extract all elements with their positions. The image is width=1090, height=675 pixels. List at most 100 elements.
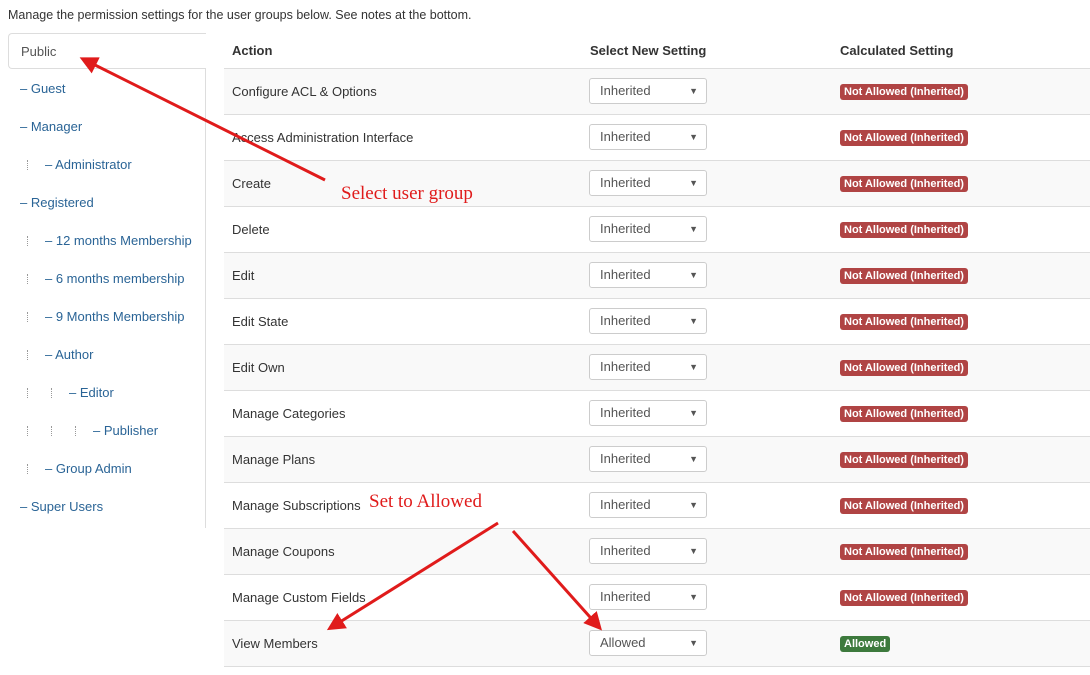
- tree-guide: [27, 426, 29, 436]
- user-group-label: – Author: [45, 347, 94, 362]
- setting-select[interactable]: Inherited ▼: [589, 492, 707, 518]
- permission-row: Manage Subscriptions Inherited ▼ Not Allowe…: [224, 483, 1090, 529]
- header-select-new-setting: Select New Setting: [590, 43, 707, 58]
- setting-select[interactable]: Allowed ▼: [589, 630, 707, 656]
- setting-select[interactable]: Inherited ▼: [589, 584, 707, 610]
- permission-row: Edit State Inherited ▼ Not Allowed (Inherit…: [224, 299, 1090, 345]
- user-group-label: – 12 months Membership: [45, 233, 192, 248]
- tree-guide: [27, 236, 29, 246]
- setting-select-value: Inherited: [600, 543, 651, 558]
- permission-row: Edit Inherited ▼ Not Allowed (Inherited): [224, 253, 1090, 299]
- action-name: Edit: [232, 268, 255, 283]
- setting-select[interactable]: Inherited ▼: [589, 262, 707, 288]
- tree-guide: [75, 426, 77, 436]
- setting-select[interactable]: Inherited ▼: [589, 308, 707, 334]
- permission-row: View Members Allowed ▼ Allowed: [224, 621, 1090, 667]
- setting-select-value: Inherited: [600, 589, 651, 604]
- calculated-setting-badge: Allowed: [840, 636, 891, 652]
- chevron-down-icon: ▼: [689, 408, 698, 418]
- setting-select[interactable]: Inherited ▼: [589, 400, 707, 426]
- tree-guide: [51, 426, 53, 436]
- user-group-item[interactable]: – Manager: [8, 109, 205, 145]
- action-name: Create: [232, 176, 272, 191]
- calculated-setting-badge: Not Allowed (Inherited): [840, 130, 968, 146]
- user-group-label: – Publisher: [93, 423, 159, 438]
- chevron-down-icon: ▼: [689, 224, 698, 234]
- chevron-down-icon: ▼: [689, 132, 698, 142]
- calculated-setting-badge: Not Allowed (Inherited): [840, 360, 968, 376]
- user-group-label: – Guest: [20, 81, 66, 96]
- user-group-label: – Manager: [20, 119, 83, 134]
- user-group-label: – Administrator: [45, 157, 132, 172]
- setting-select-value: Inherited: [600, 221, 651, 236]
- user-group-item[interactable]: – Administrator: [8, 147, 205, 183]
- calculated-setting-badge: Not Allowed (Inherited): [840, 268, 968, 284]
- user-group-label: – 9 Months Membership: [45, 309, 185, 324]
- header-action: Action: [232, 43, 273, 58]
- calculated-setting-badge: Not Allowed (Inherited): [840, 544, 968, 560]
- user-group-label: – Registered: [20, 195, 94, 210]
- setting-select-value: Inherited: [600, 175, 651, 190]
- calculated-setting-badge: Not Allowed (Inherited): [840, 314, 968, 330]
- chevron-down-icon: ▼: [689, 86, 698, 96]
- user-group-item[interactable]: – 6 months membership: [8, 261, 205, 297]
- user-group-item[interactable]: – Group Admin: [8, 451, 205, 487]
- user-group-item[interactable]: – Guest: [8, 71, 205, 107]
- setting-select[interactable]: Inherited ▼: [589, 124, 707, 150]
- chevron-down-icon: ▼: [689, 270, 698, 280]
- tree-guide: [27, 312, 29, 322]
- chevron-down-icon: ▼: [689, 178, 698, 188]
- setting-select[interactable]: Inherited ▼: [589, 216, 707, 242]
- header-calculated-setting: Calculated Setting: [840, 43, 954, 58]
- setting-select-value: Inherited: [600, 451, 651, 466]
- permission-row: Edit Own Inherited ▼ Not Allowed (Inherited…: [224, 345, 1090, 391]
- user-group-item[interactable]: – 9 Months Membership: [8, 299, 205, 335]
- user-group-label: Public: [21, 44, 57, 59]
- table-header: Action Select New Setting Calculated Set…: [224, 33, 1090, 69]
- annotation-set-to-allowed: Set to Allowed: [369, 491, 482, 512]
- permission-row: Configure ACL & Options Inherited ▼ Not All…: [224, 69, 1090, 115]
- setting-select[interactable]: Inherited ▼: [589, 446, 707, 472]
- permission-row: Access Administration Interface Inherited…: [224, 115, 1090, 161]
- action-name: Access Administration Interface: [232, 130, 414, 145]
- calculated-setting-badge: Not Allowed (Inherited): [840, 84, 968, 100]
- permissions-table: Action Select New Setting Calculated Set…: [224, 33, 1090, 667]
- user-group-item[interactable]: Public: [8, 33, 206, 69]
- user-group-item[interactable]: – Author: [8, 337, 205, 373]
- calculated-setting-badge: Not Allowed (Inherited): [840, 590, 968, 606]
- calculated-setting-badge: Not Allowed (Inherited): [840, 406, 968, 422]
- action-name: Manage Subscriptions: [232, 498, 361, 513]
- tree-guide: [27, 274, 29, 284]
- tree-guide: [27, 350, 29, 360]
- user-group-label: – 6 months membership: [45, 271, 185, 286]
- user-group-item[interactable]: – 12 months Membership: [8, 223, 205, 259]
- setting-select-value: Inherited: [600, 497, 651, 512]
- user-group-item[interactable]: – Editor: [8, 375, 205, 411]
- user-group-item[interactable]: – Super Users: [8, 489, 205, 525]
- tree-guide: [27, 160, 29, 170]
- calculated-setting-badge: Not Allowed (Inherited): [840, 176, 968, 192]
- chevron-down-icon: ▼: [689, 454, 698, 464]
- chevron-down-icon: ▼: [689, 500, 698, 510]
- setting-select-value: Inherited: [600, 267, 651, 282]
- action-name: Manage Custom Fields: [232, 590, 366, 605]
- user-group-item[interactable]: – Publisher: [8, 413, 205, 449]
- user-group-label: – Group Admin: [45, 461, 132, 476]
- chevron-down-icon: ▼: [689, 362, 698, 372]
- annotation-select-user-group: Select user group: [341, 183, 473, 204]
- setting-select[interactable]: Inherited ▼: [589, 170, 707, 196]
- user-group-item[interactable]: – Registered: [8, 185, 205, 221]
- setting-select[interactable]: Inherited ▼: [589, 354, 707, 380]
- permission-row: Manage Categories Inherited ▼ Not Allowed (…: [224, 391, 1090, 437]
- action-name: Configure ACL & Options: [232, 84, 377, 99]
- setting-select-value: Inherited: [600, 313, 651, 328]
- calculated-setting-badge: Not Allowed (Inherited): [840, 452, 968, 468]
- calculated-setting-badge: Not Allowed (Inherited): [840, 222, 968, 238]
- action-name: Manage Coupons: [232, 544, 335, 559]
- chevron-down-icon: ▼: [689, 546, 698, 556]
- action-name: Delete: [232, 222, 270, 237]
- chevron-down-icon: ▼: [689, 316, 698, 326]
- tree-guide: [27, 464, 29, 474]
- setting-select[interactable]: Inherited ▼: [589, 78, 707, 104]
- setting-select[interactable]: Inherited ▼: [589, 538, 707, 564]
